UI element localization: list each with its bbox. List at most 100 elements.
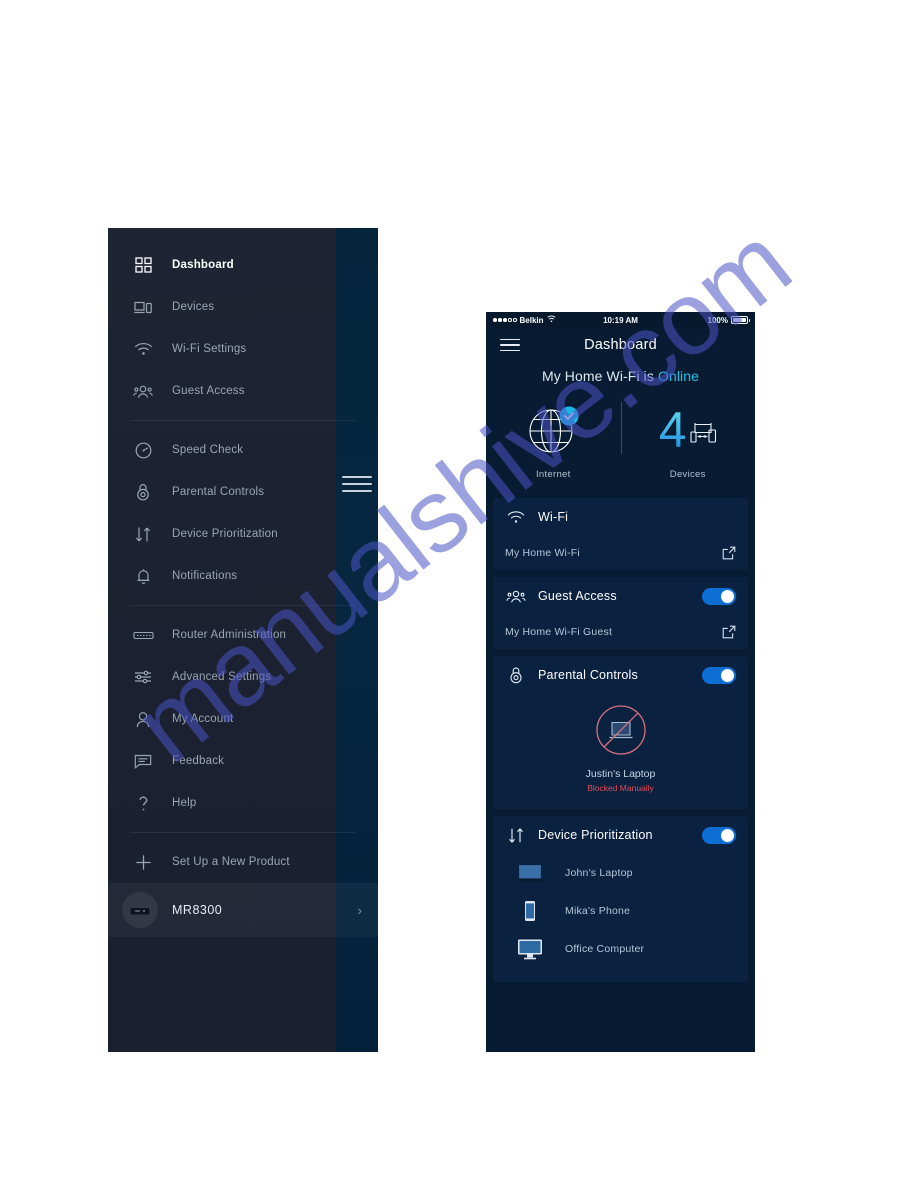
sidebar-item-label: My Account [172,713,234,725]
status-bar-left: Belkin [493,315,556,325]
devices-stat[interactable]: 4 Devices [621,398,756,480]
sidebar-item-guest-access[interactable]: Guest Access [108,370,378,412]
lock-icon [505,665,527,685]
sidebar-item-devices[interactable]: Devices [108,286,378,328]
list-item[interactable]: Office Computer [493,930,748,968]
bell-icon [130,564,156,588]
sidebar-item-my-account[interactable]: My Account [108,698,378,740]
parental-controls-card-header: Parental Controls [493,656,748,694]
blocked-device-status: Blocked Manually [587,783,654,793]
sidebar-item-advanced-settings[interactable]: Advanced Settings [108,656,378,698]
chat-bubble-icon [130,749,156,773]
sidebar-divider [130,832,356,833]
sidebar-item-parental-controls[interactable]: Parental Controls [108,471,378,513]
check-badge-icon [559,406,579,426]
wifi-card[interactable]: Wi-Fi My Home Wi-Fi [493,498,748,570]
sidebar-item-label: Dashboard [172,259,234,271]
guest-people-icon [130,379,156,403]
device-name: Office Computer [565,943,645,955]
plus-icon [130,850,156,874]
sidebar-item-label: Notifications [172,570,238,582]
guest-access-toggle[interactable] [702,587,736,605]
external-link-icon[interactable] [722,546,736,560]
list-item[interactable]: John's Laptop [493,854,748,892]
blocked-device-name: Justin's Laptop [585,768,656,780]
device-name: John's Laptop [565,867,633,879]
parental-controls-toggle[interactable] [702,666,736,684]
internet-art [525,398,581,462]
lock-icon [130,480,156,504]
devices-caption: Devices [669,469,706,480]
sidebar-item-set-up-new-product[interactable]: Set Up a New Product [108,841,378,883]
carrier-name: Belkin [519,315,544,325]
speedometer-icon [130,438,156,462]
guest-network-row[interactable]: My Home Wi-Fi Guest [493,615,748,649]
desktop-icon [513,936,547,962]
devices-icon [130,295,156,319]
wifi-icon [130,337,156,361]
device-prioritization-card[interactable]: Device Prioritization John's Laptop Mika… [493,816,748,982]
router-name: MR8300 [172,903,223,917]
battery-percent: 100% [707,315,728,325]
list-item[interactable]: Mika's Phone [493,892,748,930]
sidebar-item-label: Guest Access [172,385,245,397]
wifi-status-icon [546,315,556,325]
guest-access-card[interactable]: Guest Access My Home Wi-Fi Guest [493,577,748,649]
phone-status-bar: Belkin 10:19 AM 100% [486,312,755,328]
question-mark-icon [130,791,156,815]
prioritized-device-list: John's Laptop Mika's Phone Office Comput… [493,854,748,982]
sidebar-nav-list: Dashboard Devices Wi-Fi Settings Guest A… [108,228,378,937]
laptop-blocked-icon [595,704,647,761]
device-prioritization-card-title: Device Prioritization [538,828,653,842]
sidebar-item-help[interactable]: Help [108,782,378,824]
devices-art: 4 [659,398,717,462]
sidebar-divider [130,605,356,606]
sidebar-item-label: Speed Check [172,444,244,456]
up-down-arrows-icon [505,825,527,845]
hamburger-menu-icon[interactable] [342,476,372,494]
hamburger-menu-icon[interactable] [500,338,520,352]
sidebar-item-label: Feedback [172,755,225,767]
wifi-card-header: Wi-Fi [493,498,748,536]
sidebar-item-label: Wi-Fi Settings [172,343,247,355]
sidebar-item-label: Router Administration [172,629,287,641]
blocked-device-block[interactable]: Justin's Laptop Blocked Manually [493,694,748,809]
network-status-tagline: My Home Wi-Fi is Online [486,362,755,394]
guest-people-icon [505,586,527,606]
laptop-icon [513,860,547,886]
sidebar-item-feedback[interactable]: Feedback [108,740,378,782]
wifi-icon [505,507,527,527]
chevron-right-icon[interactable]: › [358,904,362,917]
sidebar-item-router-administration[interactable]: Router Administration [108,614,378,656]
battery-icon [731,316,750,324]
sidebar-item-dashboard[interactable]: Dashboard [108,244,378,286]
wifi-network-row[interactable]: My Home Wi-Fi [493,536,748,570]
sidebar-item-device-prioritization[interactable]: Device Prioritization [108,513,378,555]
status-badge: Online [657,368,700,384]
sidebar-item-speed-check[interactable]: Speed Check [108,429,378,471]
guest-access-card-header: Guest Access [493,577,748,615]
hero-status-section: My Home Wi-Fi is Online Internet 4 Devic… [486,362,755,494]
sidebar-item-wifi-settings[interactable]: Wi-Fi Settings [108,328,378,370]
guest-network-name: My Home Wi-Fi Guest [505,626,613,638]
app-header: Dashboard [486,328,755,362]
internet-stat[interactable]: Internet [486,398,621,480]
parental-controls-card[interactable]: Parental Controls Justin's Laptop Blocke… [493,656,748,809]
router-icon [130,623,156,647]
sliders-icon [130,665,156,689]
status-bar-right: 100% [707,315,750,325]
external-link-icon[interactable] [722,625,736,639]
device-name: Mika's Phone [565,905,631,917]
hero-stats: Internet 4 Devices [486,394,755,480]
wifi-card-title: Wi-Fi [538,510,569,524]
device-prioritization-toggle[interactable] [702,826,736,844]
parental-controls-card-title: Parental Controls [538,668,638,682]
dashboard-grid-icon [130,253,156,277]
devices-icon [689,422,717,449]
sidebar-item-label: Parental Controls [172,486,265,498]
signal-strength-icon [493,318,517,322]
sidebar-item-notifications[interactable]: Notifications [108,555,378,597]
person-icon [130,707,156,731]
sidebar-router-item[interactable]: MR8300 › [108,883,378,937]
devices-count: 4 [658,402,687,458]
